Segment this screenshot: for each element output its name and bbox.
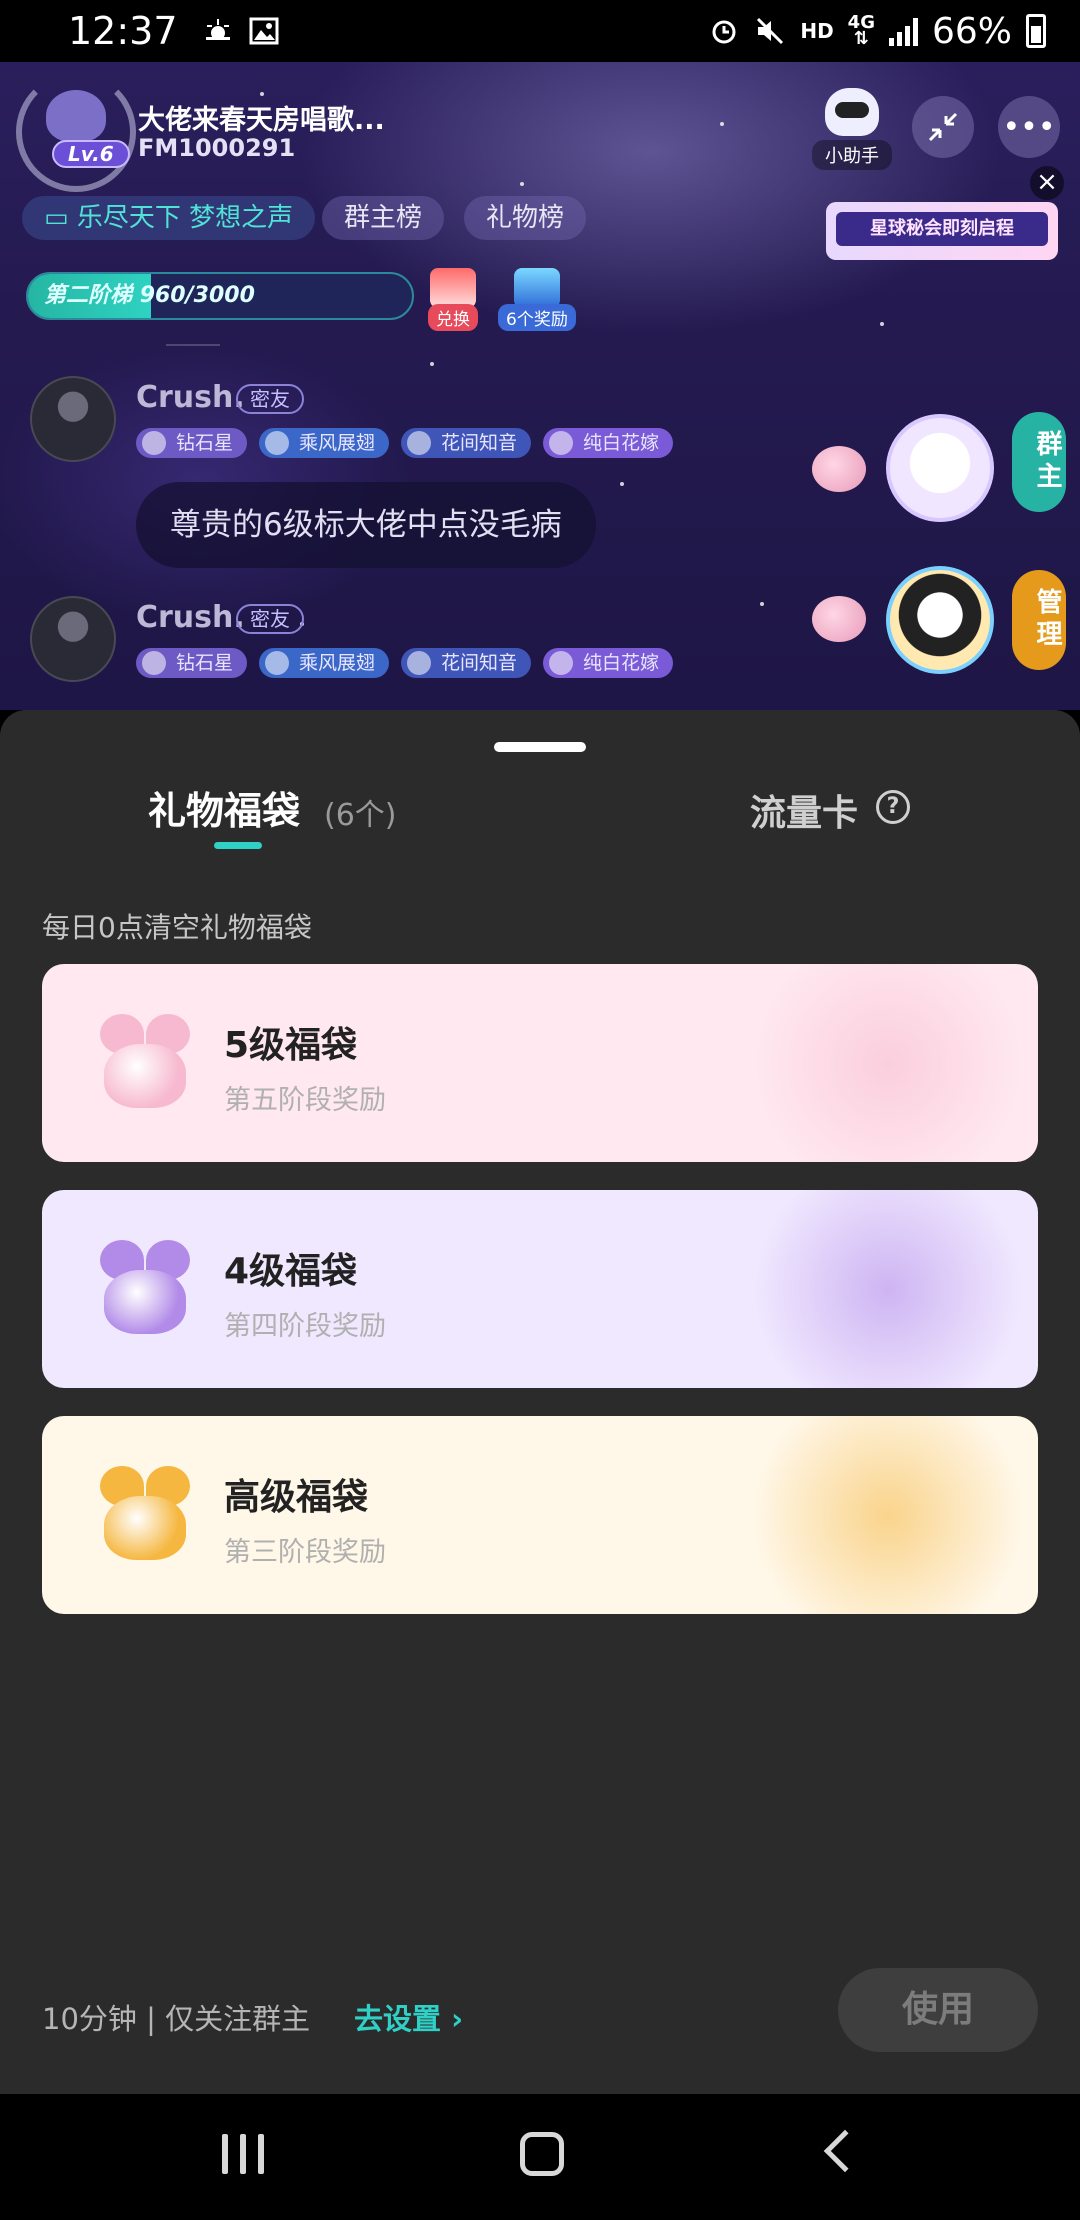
relation-badge: 密友 — [236, 384, 304, 414]
medal-badge: 纯白花嫁 — [543, 428, 674, 458]
divider — [166, 344, 220, 346]
exchange-label: 兑换 — [428, 304, 478, 331]
rewards-button[interactable]: 6个奖励 — [498, 268, 576, 331]
more-icon: ••• — [1002, 109, 1056, 145]
medal-badge: 乘风展翅 — [259, 428, 390, 458]
mute-icon — [757, 17, 784, 45]
gallery-icon — [249, 17, 279, 45]
alarm-icon — [712, 20, 736, 44]
bag-subtitle: 第三阶段奖励 — [224, 1537, 386, 1568]
room-id: FM1000291 — [138, 134, 296, 162]
gift-bag-count: (6个) — [324, 798, 397, 833]
footer-info: 10分钟 | 仅关注群主 — [42, 2002, 311, 2036]
chat-message: Crush. 密友 钻石星 乘风展翅 花间知音 纯白花嫁 尊贵的6级标大佬中点没… — [30, 376, 830, 576]
reward-bag-icon — [513, 268, 560, 308]
tab-traffic-card[interactable]: 流量卡 — [750, 784, 858, 836]
gift-bag-sheet: 礼物福袋 (6个) 流量卡 ? 每日0点清空礼物福袋 5级福袋第五阶段奖励 4级福… — [0, 710, 1080, 2094]
battery-percent: 66% — [931, 10, 1012, 52]
status-bar: 12:37 HD 4G ⇅ 66% — [0, 0, 1080, 62]
room-tag-group[interactable]: ▭ 乐尽天下 梦想之声 — [22, 196, 316, 240]
gift-rank-button[interactable]: 礼物榜 — [464, 196, 587, 240]
medal-badge: 乘风展翅 — [259, 648, 390, 678]
room-title[interactable]: 大佬来春天房唱歌... — [138, 98, 385, 137]
heart-icon[interactable] — [812, 596, 866, 642]
message-bubble: 尊贵的6级标大佬中点没毛病 — [136, 482, 596, 568]
use-button[interactable]: 使用 — [838, 1968, 1038, 2052]
event-banner[interactable]: 星球秘会即刻启程 — [826, 202, 1058, 260]
home-button[interactable] — [520, 2132, 564, 2176]
gift-bag-card[interactable]: 5级福袋第五阶段奖励 — [42, 964, 1038, 1162]
decoration — [738, 964, 1038, 1162]
recent-apps-button[interactable] — [222, 2134, 264, 2174]
robot-icon — [825, 88, 879, 136]
bird-icon — [46, 90, 106, 142]
gift-bag-card[interactable]: 4级福袋第四阶段奖励 — [42, 1190, 1038, 1388]
medal-badge: 花间知音 — [401, 428, 532, 458]
bag-title: 4级福袋 — [224, 1251, 358, 1292]
helper-label: 小助手 — [812, 140, 892, 170]
bag-title: 5级福袋 — [224, 1025, 358, 1066]
status-time: 12:37 — [68, 9, 178, 53]
minimize-icon — [928, 112, 958, 142]
medal-badge: 花间知音 — [401, 648, 532, 678]
live-room: Lv.6 大佬来春天房唱歌... FM1000291 小助手 ••• × 星球秘… — [0, 62, 1080, 710]
host-seat-avatar[interactable] — [886, 414, 994, 522]
bag-subtitle: 第五阶段奖励 — [224, 1085, 386, 1116]
sheet-drag-handle[interactable] — [494, 742, 586, 752]
chat-message: Crush. 密友 钻石星 乘风展翅 花间知音 纯白花嫁 — [30, 596, 830, 710]
gift-bag-card[interactable]: 高级福袋第三阶段奖励 — [42, 1416, 1038, 1614]
medal-badge: 纯白花嫁 — [543, 648, 674, 678]
help-icon[interactable]: ? — [876, 790, 910, 824]
admin-seat-avatar[interactable] — [886, 566, 994, 674]
decoration — [738, 1416, 1038, 1614]
settings-link[interactable]: 去设置 › — [354, 1996, 463, 2038]
avatar[interactable] — [30, 376, 116, 462]
hd-indicator: HD — [800, 19, 834, 43]
admin-side-tab[interactable]: 管理 — [1012, 570, 1066, 670]
relation-badge: 密友 — [236, 604, 304, 634]
shop-icon — [430, 268, 476, 308]
owner-side-tab[interactable]: 群主 — [1012, 412, 1066, 512]
medal-badge: 钻石星 — [136, 648, 248, 678]
sender-name[interactable]: Crush. — [136, 380, 245, 415]
gift-bag-icon — [100, 1014, 190, 1110]
gift-bag-list[interactable]: 5级福袋第五阶段奖励4级福袋第四阶段奖励高级福袋第三阶段奖励中级福袋第二阶段奖励 — [42, 964, 1038, 1634]
banner-close-button[interactable]: × — [1030, 166, 1064, 200]
decoration — [738, 1190, 1038, 1388]
active-tab-indicator — [214, 842, 262, 849]
banner-text: 星球秘会即刻启程 — [836, 212, 1048, 246]
minimize-button[interactable] — [912, 96, 974, 158]
level-badge: Lv.6 — [52, 140, 130, 168]
chat-icon: ▭ — [44, 203, 77, 233]
more-button[interactable]: ••• — [998, 96, 1060, 158]
weather-icon — [205, 19, 230, 40]
battery-icon — [1026, 14, 1046, 48]
room-avatar[interactable] — [16, 72, 136, 192]
stage-progress-bar[interactable]: 第二阶梯 960/3000 — [26, 272, 414, 320]
network-indicator: 4G ⇅ — [847, 12, 875, 49]
rewards-label: 6个奖励 — [498, 304, 576, 331]
exchange-button[interactable]: 兑换 — [428, 268, 478, 331]
owner-rank-button[interactable]: 群主榜 — [322, 196, 445, 240]
gift-bag-icon — [100, 1466, 190, 1562]
gift-bag-icon — [100, 1240, 190, 1336]
signal-icon — [888, 16, 918, 46]
heart-icon[interactable] — [812, 446, 866, 492]
system-nav-bar — [0, 2094, 1080, 2220]
clear-notice: 每日0点清空礼物福袋 — [42, 911, 312, 944]
bag-title: 高级福袋 — [224, 1477, 369, 1518]
back-button[interactable] — [823, 2129, 867, 2173]
chevron-right-icon: › — [451, 2002, 464, 2036]
tab-gift-bag[interactable]: 礼物福袋 — [148, 780, 300, 835]
stage-progress-text: 第二阶梯 960/3000 — [44, 283, 255, 308]
helper-button[interactable]: 小助手 — [812, 88, 892, 170]
bag-subtitle: 第四阶段奖励 — [224, 1311, 386, 1342]
sender-name[interactable]: Crush. — [136, 600, 245, 635]
avatar[interactable] — [30, 596, 116, 682]
medal-badge: 钻石星 — [136, 428, 248, 458]
